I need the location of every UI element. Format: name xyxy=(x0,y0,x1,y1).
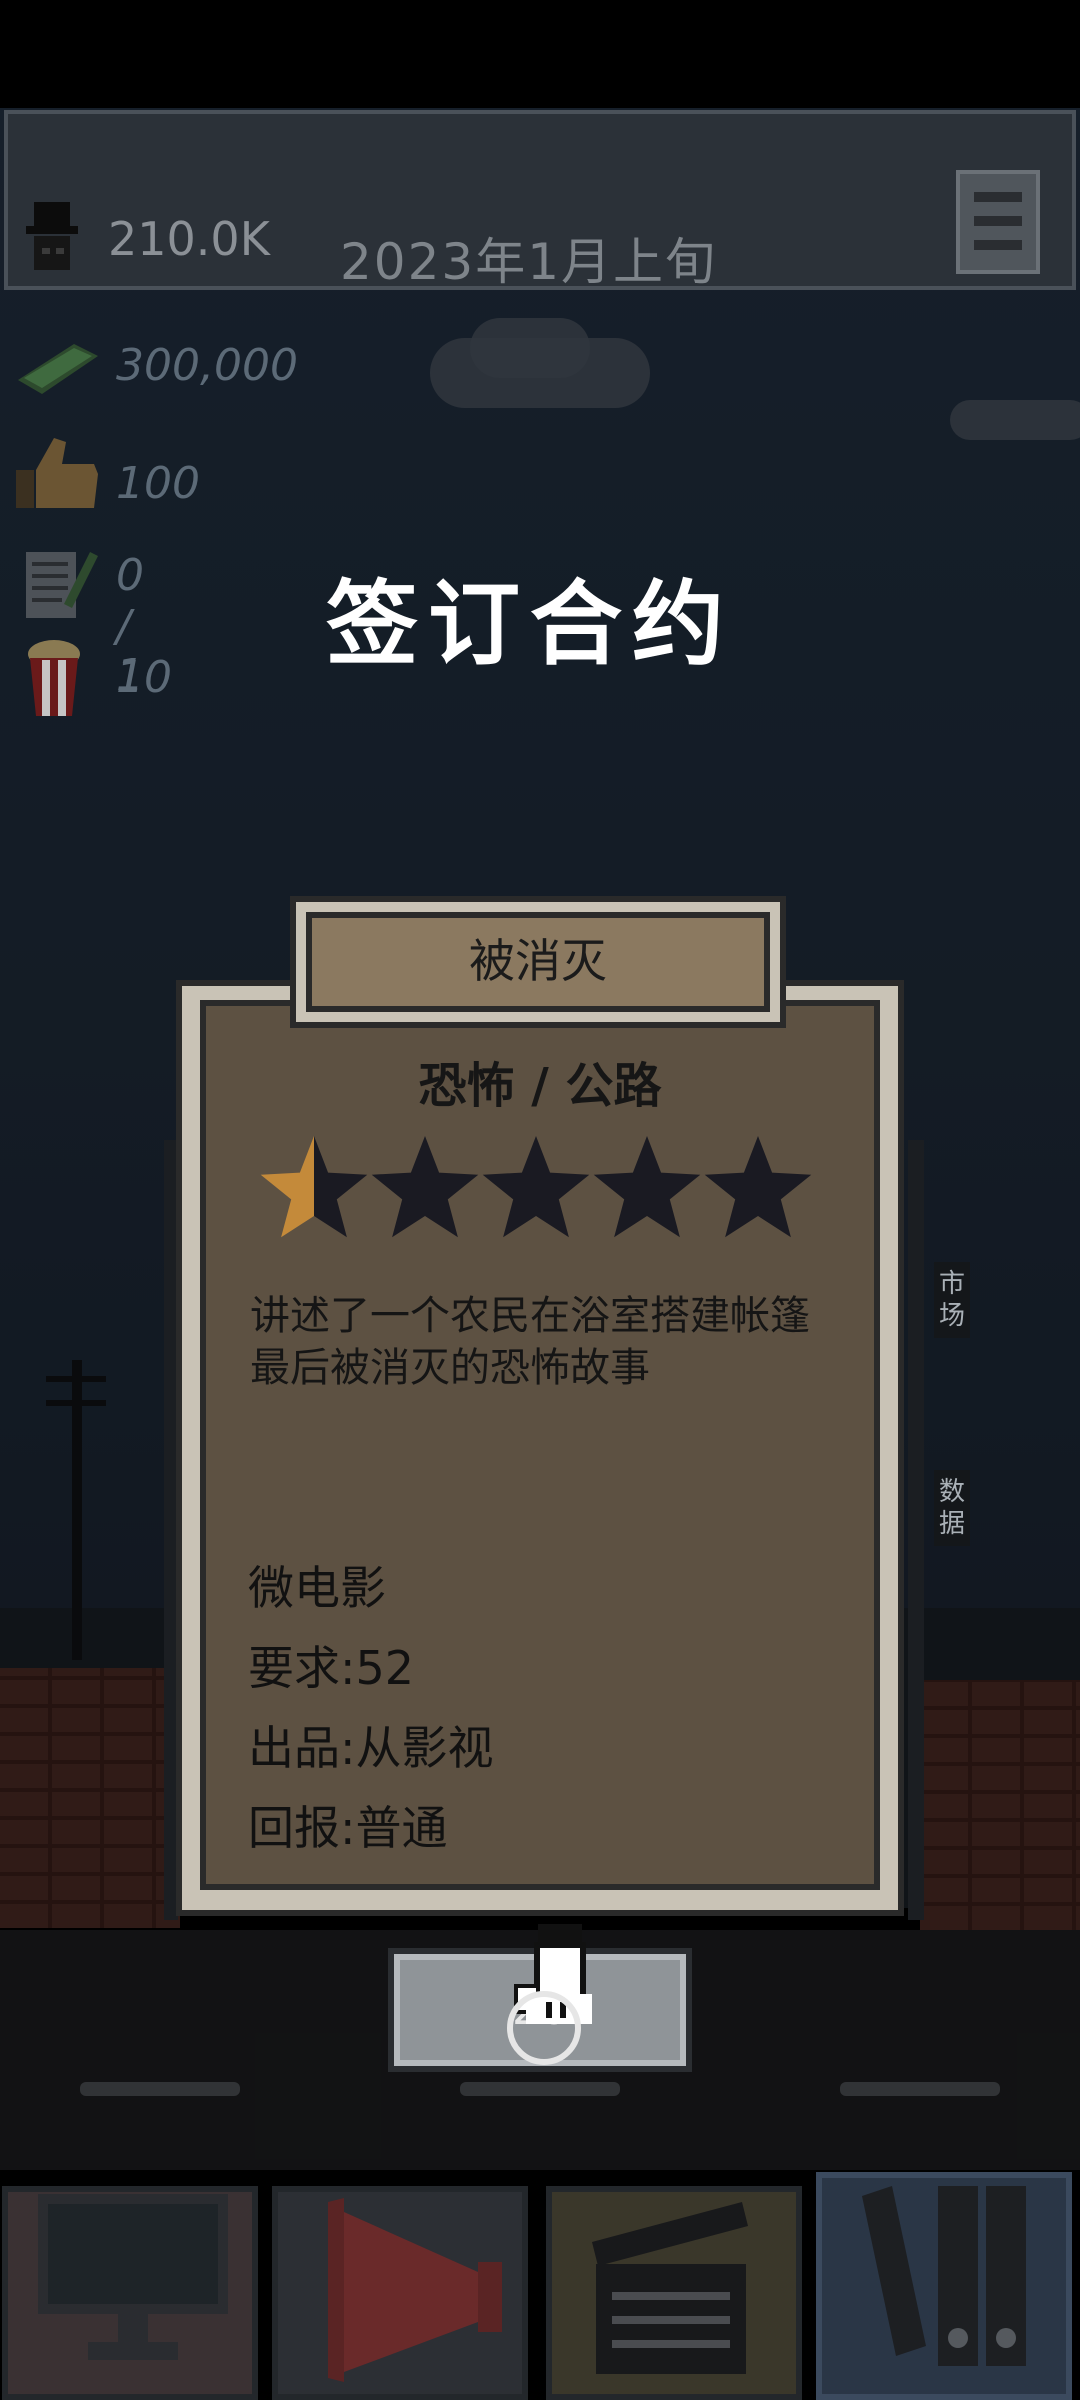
film-type: 微电影 xyxy=(248,1561,386,1615)
rating-star-4 xyxy=(593,1136,701,1238)
rating-star-5 xyxy=(704,1136,812,1238)
stat-likes: 100 xyxy=(14,434,200,509)
requirement: 要求:52 xyxy=(248,1641,415,1695)
pointing-hand-icon xyxy=(494,1924,604,2074)
return-level: 回报:普通 xyxy=(248,1801,448,1855)
thumbs-up-icon xyxy=(16,438,98,508)
sign-contract-title: 签订合约 xyxy=(325,571,734,678)
clapperboard-icon xyxy=(592,2202,748,2374)
nav-production[interactable] xyxy=(546,2186,802,2400)
producer-avatar-icon xyxy=(20,198,84,278)
hamburger-menu-icon xyxy=(974,192,1022,202)
producer: 出品:从影视 xyxy=(248,1721,494,1775)
rating-star-graphic xyxy=(260,1136,812,1238)
rating-star-1 xyxy=(260,1136,368,1238)
stat-cash: 300,000 xyxy=(14,334,298,404)
game-date: 2023年1月上旬 xyxy=(340,233,718,291)
megaphone-icon xyxy=(328,2198,502,2382)
rating-stars xyxy=(258,1132,818,1252)
rating-star-2 xyxy=(371,1136,479,1238)
data-tab[interactable]: 数据 xyxy=(934,1470,970,1546)
cash-icon xyxy=(18,344,98,394)
rating-star-3 xyxy=(482,1136,590,1238)
nav-computer[interactable] xyxy=(2,2186,258,2400)
nav-archive[interactable] xyxy=(816,2172,1072,2400)
money-display: 210.0K xyxy=(108,212,270,266)
script-description: 讲述了一个农民在浴室搭建帐篷最后被消灭的恐怖故事 xyxy=(250,1293,810,1391)
script-genre: 恐怖 / 公路 xyxy=(418,1058,662,1114)
menu-button[interactable] xyxy=(956,170,1040,274)
script-title: 被消灭 xyxy=(306,912,770,1012)
computer-icon xyxy=(38,2194,228,2360)
folders-icon xyxy=(862,2186,1026,2366)
nav-promotion[interactable] xyxy=(272,2186,528,2400)
market-tab[interactable]: 市场 xyxy=(934,1262,970,1338)
